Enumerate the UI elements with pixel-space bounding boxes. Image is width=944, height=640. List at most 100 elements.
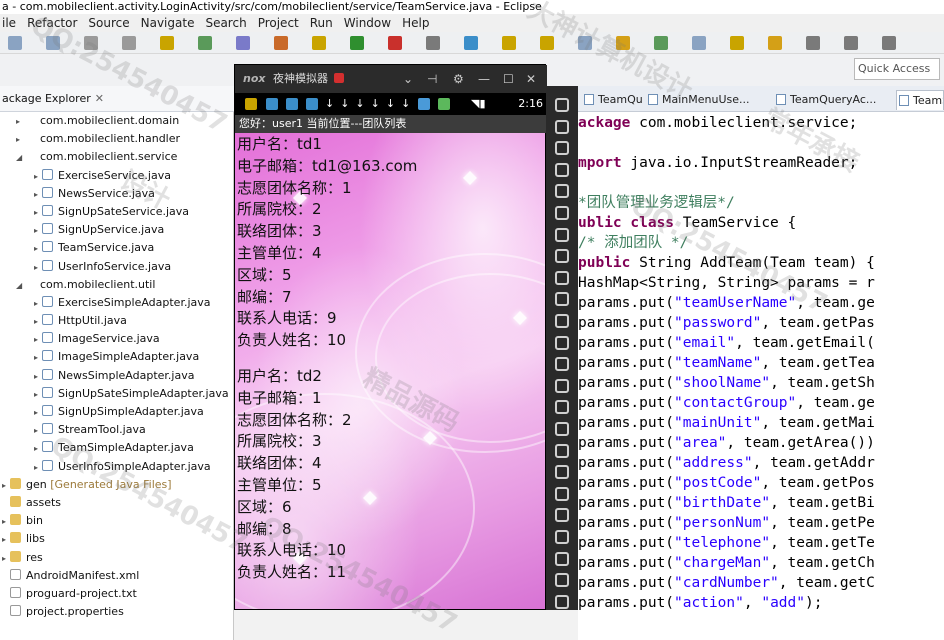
expand-icon[interactable]: ▸ [34, 259, 42, 277]
toolbar-icon[interactable] [806, 36, 820, 50]
menu-item-window[interactable]: Window [344, 14, 391, 32]
editor-tab[interactable]: TeamQueryAc... [774, 90, 892, 110]
emulator-tool-icon[interactable] [555, 141, 569, 156]
tree-item[interactable]: ▸ TeamService.java [0, 239, 234, 257]
emulator-tool-icon[interactable] [555, 422, 569, 436]
tree-item[interactable]: ▸ com.mobileclient.handler [0, 130, 234, 148]
emulator-tool-icon[interactable] [555, 551, 569, 566]
emulator-tool-icon[interactable] [555, 357, 569, 372]
emulator-tool-icon[interactable] [555, 249, 569, 264]
tree-item[interactable]: ◢ com.mobileclient.service [0, 148, 234, 166]
menu-item-refactor[interactable]: Refactor [27, 14, 77, 32]
close-icon[interactable]: ✕ [526, 65, 536, 93]
toolbar-icon[interactable] [692, 36, 706, 50]
toolbar-icon[interactable] [616, 36, 630, 50]
expand-icon[interactable]: ▸ [34, 459, 42, 477]
tree-item[interactable]: ▸ SignUpService.java [0, 221, 234, 239]
emulator-tool-icon[interactable] [555, 378, 569, 393]
toolbar-icon[interactable] [122, 36, 136, 50]
tree-item[interactable]: ▸ HttpUtil.java [0, 312, 234, 330]
emulator-tool-icon[interactable] [555, 314, 569, 328]
package-explorer-tab[interactable]: ackage Explorer ✕ [0, 86, 234, 112]
emulator-tool-icon[interactable] [555, 270, 569, 285]
menu-item-source[interactable]: Source [88, 14, 129, 32]
close-icon[interactable]: ✕ [95, 92, 104, 105]
expand-icon[interactable]: ▸ [2, 477, 10, 495]
tree-item[interactable]: ▸ ExerciseService.java [0, 167, 234, 185]
code-area[interactable]: ackage com.mobileclient.service; mport ja… [578, 112, 944, 640]
expand-icon[interactable]: ▸ [34, 295, 42, 313]
tree-item[interactable]: ▸ ExerciseSimpleAdapter.java [0, 294, 234, 312]
toolbar-icon[interactable] [8, 36, 22, 50]
emulator-tool-icon[interactable] [555, 465, 569, 480]
emulator-tool-icon[interactable] [555, 530, 569, 544]
menu-item-navigate[interactable]: Navigate [141, 14, 195, 32]
toolbar-icon[interactable] [236, 36, 250, 50]
tree-item[interactable]: ◢ com.mobileclient.util [0, 276, 234, 294]
tree-item[interactable]: ▸ UserInfoService.java [0, 258, 234, 276]
editor-tab[interactable]: MainMenuUse... [646, 90, 770, 110]
emulator-tool-icon[interactable] [555, 443, 569, 458]
alert-icon[interactable] [334, 73, 345, 83]
toolbar-icon[interactable] [312, 36, 326, 50]
expand-icon[interactable]: ▸ [34, 204, 42, 222]
toolbar-icon[interactable] [502, 36, 516, 50]
emulator-tool-icon[interactable] [555, 508, 569, 523]
expand-icon[interactable]: ▸ [34, 349, 42, 367]
toolbar-icon[interactable] [768, 36, 782, 50]
emulator-tool-icon[interactable] [555, 98, 569, 112]
menu-item-project[interactable]: Project [258, 14, 299, 32]
tree-item[interactable]: ▸ UserInfoSimpleAdapter.java [0, 458, 234, 476]
pin-icon[interactable]: ⊣ [427, 65, 437, 93]
editor-tab[interactable]: TeamS [896, 90, 944, 110]
toolbar-icon[interactable] [844, 36, 858, 50]
emulator-tool-icon[interactable] [555, 162, 569, 177]
toolbar-icon[interactable] [464, 36, 478, 50]
maximize-icon[interactable]: ☐ [503, 65, 514, 93]
emulator-tool-icon[interactable] [555, 573, 569, 588]
toolbar-icon[interactable] [578, 36, 592, 50]
chevron-down-icon[interactable]: ⌄ [403, 65, 413, 93]
tree-item[interactable]: ▸ NewsSimpleAdapter.java [0, 367, 234, 385]
tree-item[interactable]: AndroidManifest.xml [0, 567, 234, 585]
toolbar-icon[interactable] [46, 36, 60, 50]
tree-item[interactable]: ▸ com.mobileclient.domain [0, 112, 234, 130]
expand-icon[interactable]: ▸ [34, 222, 42, 240]
toolbar-icon[interactable] [730, 36, 744, 50]
toolbar-icon[interactable] [426, 36, 440, 50]
toolbar-icon[interactable] [388, 36, 402, 50]
menu-item-ile[interactable]: ile [2, 14, 16, 32]
tree-item[interactable]: ▸ libs [0, 530, 234, 548]
emulator-tool-icon[interactable] [555, 335, 569, 350]
toolbar-icon[interactable] [540, 36, 554, 50]
expand-icon[interactable]: ▸ [34, 422, 42, 440]
toolbar-icon[interactable] [198, 36, 212, 50]
tree-item[interactable]: ▸ NewsService.java [0, 185, 234, 203]
expand-icon[interactable]: ▸ [16, 113, 24, 131]
expand-icon[interactable]: ▸ [34, 186, 42, 204]
emulator-tool-icon[interactable] [555, 184, 569, 199]
toolbar-icon[interactable] [274, 36, 288, 50]
expand-icon[interactable]: ▸ [34, 240, 42, 258]
tree-item[interactable]: project.properties [0, 603, 234, 621]
editor-tab[interactable]: TeamQu... [582, 90, 642, 110]
tree-item[interactable]: ▸ ImageSimpleAdapter.java [0, 348, 234, 366]
tree-item[interactable]: ▸ TeamSimpleAdapter.java [0, 439, 234, 457]
quick-access-input[interactable]: Quick Access [854, 58, 940, 80]
tree-item[interactable]: ▸ SignUpSateSimpleAdapter.java [0, 385, 234, 403]
toolbar-icon[interactable] [350, 36, 364, 50]
expand-icon[interactable]: ▸ [34, 440, 42, 458]
tree-item[interactable]: ▸ SignUpSateService.java [0, 203, 234, 221]
emulator-tool-icon[interactable] [555, 227, 569, 242]
emulator-tool-icon[interactable] [555, 594, 569, 609]
expand-icon[interactable]: ◢ [16, 149, 24, 167]
emulator-tool-icon[interactable] [555, 206, 569, 220]
expand-icon[interactable]: ▸ [2, 531, 10, 549]
tree-item[interactable]: ▸ bin [0, 512, 234, 530]
toolbar-icon[interactable] [654, 36, 668, 50]
toolbar-icon[interactable] [882, 36, 896, 50]
tree-item[interactable]: assets [0, 494, 234, 512]
expand-icon[interactable]: ◢ [16, 277, 24, 295]
emulator-tool-icon[interactable] [555, 292, 569, 307]
emulator-tool-icon[interactable] [555, 119, 569, 134]
